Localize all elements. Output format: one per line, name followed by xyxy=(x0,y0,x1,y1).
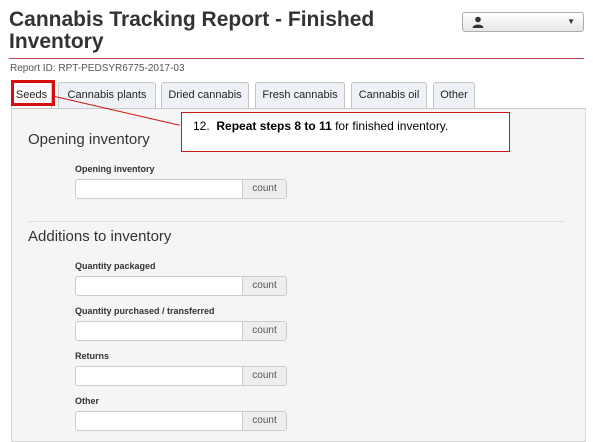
other-input[interactable] xyxy=(75,411,243,431)
opening-inventory-input[interactable] xyxy=(75,179,243,199)
quantity-packaged-label: Quantity packaged xyxy=(75,261,156,271)
callout-step-number: 12. xyxy=(193,119,210,133)
user-menu-button[interactable]: ▼ xyxy=(462,12,584,32)
opening-inventory-heading: Opening inventory xyxy=(28,131,150,148)
quantity-purchased-unit: count xyxy=(242,321,287,341)
returns-unit: count xyxy=(242,366,287,386)
other-label: Other xyxy=(75,396,100,406)
callout-rest-text: for finished inventory. xyxy=(331,119,449,133)
tab-other[interactable]: Other xyxy=(433,82,475,108)
callout-bold-text: Repeat steps 8 to 11 xyxy=(216,119,332,133)
page-title: Cannabis Tracking Report - Finished Inve… xyxy=(9,8,375,53)
quantity-purchased-label: Quantity purchased / transferred xyxy=(75,306,215,316)
additions-inventory-heading: Additions to inventory xyxy=(28,228,172,245)
tab-cannabis-plants[interactable]: Cannabis plants xyxy=(58,82,156,108)
instruction-callout: 12. Repeat steps 8 to 11 for finished in… xyxy=(181,112,510,152)
section-divider xyxy=(28,221,565,222)
tab-fresh-cannabis[interactable]: Fresh cannabis xyxy=(255,82,345,108)
tab-dried-cannabis[interactable]: Dried cannabis xyxy=(161,82,249,108)
returns-input[interactable] xyxy=(75,366,243,386)
user-icon xyxy=(472,16,484,28)
tab-cannabis-oil[interactable]: Cannabis oil xyxy=(351,82,427,108)
report-id: Report ID: RPT-PEDSYR6775-2017-03 xyxy=(10,63,185,74)
seeds-tab-highlight xyxy=(11,80,55,106)
title-divider xyxy=(9,58,584,59)
quantity-purchased-input[interactable] xyxy=(75,321,243,341)
other-unit: count xyxy=(242,411,287,431)
quantity-packaged-unit: count xyxy=(242,276,287,296)
chevron-down-icon: ▼ xyxy=(567,17,575,26)
returns-label: Returns xyxy=(75,351,110,361)
quantity-packaged-input[interactable] xyxy=(75,276,243,296)
opening-inventory-unit: count xyxy=(242,179,287,199)
opening-inventory-label: Opening inventory xyxy=(75,164,155,174)
